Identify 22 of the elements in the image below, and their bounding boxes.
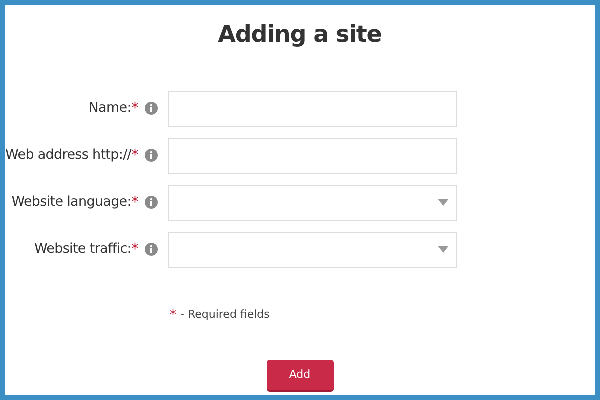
required-mark: * <box>132 192 139 214</box>
field-label: Website traffic: <box>34 240 132 260</box>
select-field[interactable] <box>168 232 457 268</box>
info-icon[interactable] <box>145 243 158 256</box>
caret-icon <box>438 246 449 253</box>
required-fields-note: - Required fields <box>180 307 270 323</box>
page-title: Adding a site <box>218 21 382 50</box>
caret-icon <box>438 199 449 206</box>
required-mark: * <box>132 98 139 120</box>
info-icon[interactable] <box>145 102 158 115</box>
field-label: Web address http:// <box>6 146 132 166</box>
info-icon[interactable] <box>145 149 158 162</box>
input-field[interactable] <box>168 90 457 126</box>
input-field[interactable] <box>168 138 457 174</box>
add-button[interactable]: Add <box>266 360 334 392</box>
info-icon[interactable] <box>145 196 158 209</box>
required-mark: * <box>132 145 139 166</box>
required-mark: * <box>170 306 176 324</box>
required-mark: * <box>132 239 139 260</box>
select-field[interactable] <box>168 184 457 220</box>
field-label: Name: <box>88 99 132 118</box>
field-label: Website language: <box>12 193 132 212</box>
